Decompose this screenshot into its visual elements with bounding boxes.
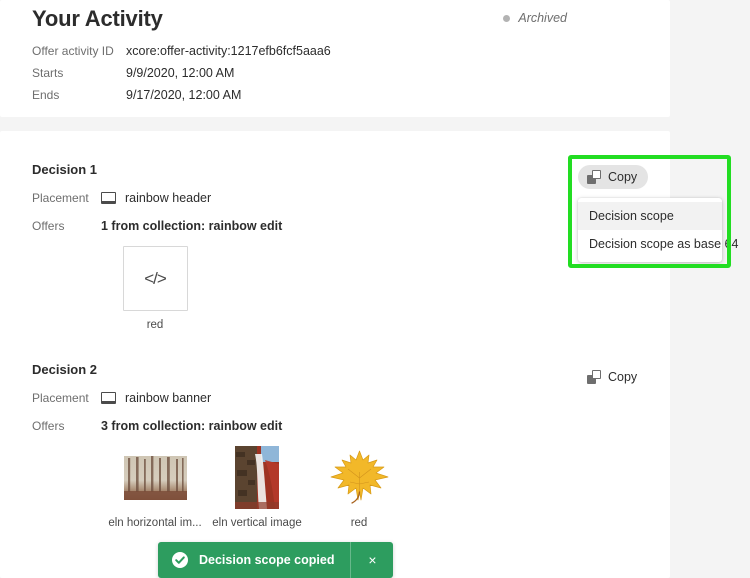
decision-offers-row: Offers 3 from collection: rainbow edit [32, 419, 282, 433]
toast-notification: Decision scope copied × [158, 542, 393, 578]
activity-metadata-list: Offer activity ID xcore:offer-activity:1… [32, 44, 331, 110]
status-badge: Archived [503, 11, 567, 25]
metadata-value: xcore:offer-activity:1217efb6fcf5aaa6 [126, 44, 331, 58]
offer-caption: eln horizontal im... [108, 517, 201, 529]
offer-item[interactable]: eln vertical image [206, 446, 308, 529]
menu-item-decision-scope[interactable]: Decision scope [578, 202, 722, 230]
decision-offers-row: Offers 1 from collection: rainbow edit [32, 219, 282, 233]
decision-title: Decision 2 [32, 362, 97, 377]
offers-label: Offers [32, 219, 101, 233]
page-title: Your Activity [32, 6, 163, 32]
offers-summary: 3 from collection: rainbow edit [101, 419, 282, 433]
activity-summary-panel: Your Activity Archived Offer activity ID… [0, 0, 670, 117]
metadata-value: 9/17/2020, 12:00 AM [126, 88, 241, 102]
metadata-row: Offer activity ID xcore:offer-activity:1… [32, 44, 331, 66]
waterfall-image [235, 446, 279, 509]
status-label: Archived [518, 11, 567, 25]
offer-image-thumbnail[interactable] [226, 446, 289, 509]
offer-thumbnail-list: </> red [104, 246, 206, 331]
placement-label: Placement [32, 391, 101, 405]
menu-item-decision-scope-base64[interactable]: Decision scope as base 64 [578, 230, 722, 258]
copy-button-label: Copy [608, 370, 637, 384]
placement-name: rainbow banner [125, 391, 211, 405]
offer-caption: red [147, 319, 164, 331]
offer-caption: eln vertical image [212, 517, 301, 529]
copy-dropdown-menu[interactable]: Decision scope Decision scope as base 64 [578, 198, 722, 262]
maple-leaf-image [328, 448, 391, 508]
placement-label: Placement [32, 191, 101, 205]
metadata-label: Starts [32, 66, 126, 80]
offer-item[interactable]: </> red [104, 246, 206, 331]
placement-web-icon [101, 392, 116, 404]
placement-web-icon [101, 192, 116, 204]
offer-item[interactable]: red [308, 446, 410, 529]
metadata-label: Ends [32, 88, 126, 102]
success-check-icon [172, 552, 188, 568]
toast-message: Decision scope copied [199, 553, 334, 567]
offers-summary: 1 from collection: rainbow edit [101, 219, 282, 233]
copy-icon [587, 170, 601, 184]
decision-title: Decision 1 [32, 162, 97, 177]
toast-close-button[interactable]: × [351, 542, 393, 578]
metadata-row: Ends 9/17/2020, 12:00 AM [32, 88, 331, 110]
metadata-row: Starts 9/9/2020, 12:00 AM [32, 66, 331, 88]
metadata-value: 9/9/2020, 12:00 AM [126, 66, 234, 80]
metadata-label: Offer activity ID [32, 44, 126, 58]
offer-image-thumbnail[interactable] [328, 446, 391, 509]
copy-icon [587, 370, 601, 384]
copy-button-decision-2[interactable]: Copy [578, 365, 648, 389]
status-dot-icon [503, 15, 510, 22]
offer-image-thumbnail[interactable] [124, 446, 187, 509]
offer-item[interactable]: eln horizontal im... [104, 446, 206, 529]
code-icon: </> [144, 269, 166, 289]
forest-image [124, 456, 187, 500]
offer-thumbnail-list: eln horizontal im... [104, 446, 410, 529]
offer-code-thumbnail[interactable]: </> [123, 246, 188, 311]
decision-placement-row: Placement rainbow header [32, 191, 211, 205]
copy-button-decision-1[interactable]: Copy [578, 165, 648, 189]
copy-button-label: Copy [608, 170, 637, 184]
offer-caption: red [351, 517, 368, 529]
decision-placement-row: Placement rainbow banner [32, 391, 211, 405]
placement-name: rainbow header [125, 191, 211, 205]
offers-label: Offers [32, 419, 101, 433]
